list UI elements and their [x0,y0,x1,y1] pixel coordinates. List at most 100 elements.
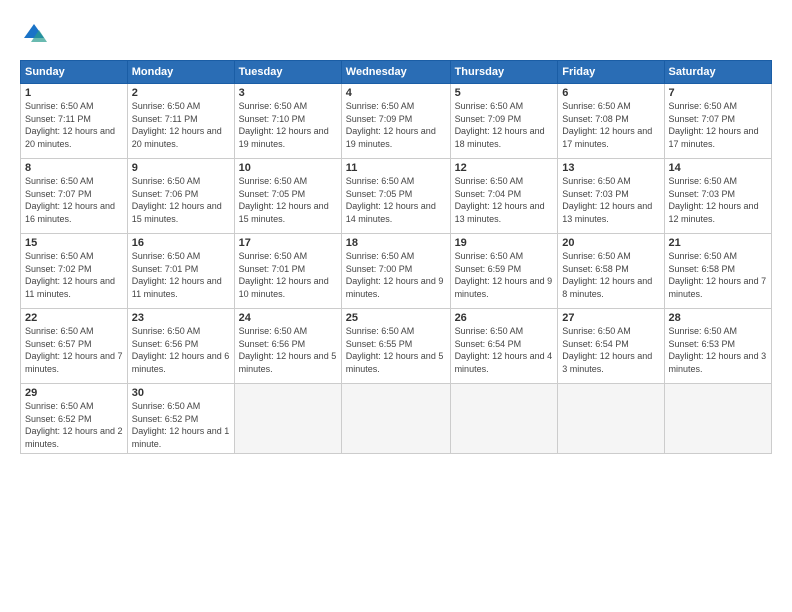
day-info: Sunrise: 6:50 AMSunset: 6:55 PMDaylight:… [346,325,446,375]
day-info: Sunrise: 6:50 AMSunset: 7:07 PMDaylight:… [25,175,123,225]
calendar-cell: 12Sunrise: 6:50 AMSunset: 7:04 PMDayligh… [450,159,558,234]
day-info: Sunrise: 6:50 AMSunset: 7:09 PMDaylight:… [455,100,554,150]
calendar-cell: 30Sunrise: 6:50 AMSunset: 6:52 PMDayligh… [127,384,234,454]
calendar-cell: 4Sunrise: 6:50 AMSunset: 7:09 PMDaylight… [341,84,450,159]
day-info: Sunrise: 6:50 AMSunset: 7:00 PMDaylight:… [346,250,446,300]
calendar-cell: 5Sunrise: 6:50 AMSunset: 7:09 PMDaylight… [450,84,558,159]
day-info: Sunrise: 6:50 AMSunset: 7:03 PMDaylight:… [669,175,767,225]
day-number: 4 [346,87,446,99]
day-number: 12 [455,162,554,174]
day-info: Sunrise: 6:50 AMSunset: 6:52 PMDaylight:… [25,400,123,450]
calendar-cell: 27Sunrise: 6:50 AMSunset: 6:54 PMDayligh… [558,309,664,384]
day-number: 11 [346,162,446,174]
column-header-wednesday: Wednesday [341,61,450,84]
calendar-cell: 6Sunrise: 6:50 AMSunset: 7:08 PMDaylight… [558,84,664,159]
calendar-cell: 20Sunrise: 6:50 AMSunset: 6:58 PMDayligh… [558,234,664,309]
day-number: 23 [132,312,230,324]
day-info: Sunrise: 6:50 AMSunset: 7:01 PMDaylight:… [239,250,337,300]
calendar-cell: 2Sunrise: 6:50 AMSunset: 7:11 PMDaylight… [127,84,234,159]
calendar-cell: 26Sunrise: 6:50 AMSunset: 6:54 PMDayligh… [450,309,558,384]
calendar-cell: 8Sunrise: 6:50 AMSunset: 7:07 PMDaylight… [21,159,128,234]
calendar-cell [450,384,558,454]
logo [20,20,52,48]
calendar-cell: 23Sunrise: 6:50 AMSunset: 6:56 PMDayligh… [127,309,234,384]
day-number: 3 [239,87,337,99]
calendar-cell: 17Sunrise: 6:50 AMSunset: 7:01 PMDayligh… [234,234,341,309]
day-number: 16 [132,237,230,249]
calendar-cell: 28Sunrise: 6:50 AMSunset: 6:53 PMDayligh… [664,309,771,384]
day-info: Sunrise: 6:50 AMSunset: 7:06 PMDaylight:… [132,175,230,225]
calendar-cell: 1Sunrise: 6:50 AMSunset: 7:11 PMDaylight… [21,84,128,159]
calendar-week-2: 8Sunrise: 6:50 AMSunset: 7:07 PMDaylight… [21,159,772,234]
day-number: 13 [562,162,659,174]
calendar-cell [664,384,771,454]
day-info: Sunrise: 6:50 AMSunset: 6:54 PMDaylight:… [562,325,659,375]
calendar-cell: 29Sunrise: 6:50 AMSunset: 6:52 PMDayligh… [21,384,128,454]
column-header-monday: Monday [127,61,234,84]
calendar-cell: 16Sunrise: 6:50 AMSunset: 7:01 PMDayligh… [127,234,234,309]
day-number: 1 [25,87,123,99]
calendar-cell: 13Sunrise: 6:50 AMSunset: 7:03 PMDayligh… [558,159,664,234]
day-info: Sunrise: 6:50 AMSunset: 6:58 PMDaylight:… [669,250,767,300]
day-number: 17 [239,237,337,249]
header [20,20,772,48]
calendar-header-row: SundayMondayTuesdayWednesdayThursdayFrid… [21,61,772,84]
column-header-saturday: Saturday [664,61,771,84]
day-number: 24 [239,312,337,324]
day-number: 26 [455,312,554,324]
calendar-cell: 18Sunrise: 6:50 AMSunset: 7:00 PMDayligh… [341,234,450,309]
calendar-cell: 22Sunrise: 6:50 AMSunset: 6:57 PMDayligh… [21,309,128,384]
day-number: 2 [132,87,230,99]
calendar-cell: 9Sunrise: 6:50 AMSunset: 7:06 PMDaylight… [127,159,234,234]
day-number: 19 [455,237,554,249]
day-number: 6 [562,87,659,99]
day-number: 21 [669,237,767,249]
day-info: Sunrise: 6:50 AMSunset: 7:09 PMDaylight:… [346,100,446,150]
day-info: Sunrise: 6:50 AMSunset: 7:07 PMDaylight:… [669,100,767,150]
column-header-friday: Friday [558,61,664,84]
calendar: SundayMondayTuesdayWednesdayThursdayFrid… [20,60,772,454]
calendar-cell: 14Sunrise: 6:50 AMSunset: 7:03 PMDayligh… [664,159,771,234]
day-info: Sunrise: 6:50 AMSunset: 6:56 PMDaylight:… [239,325,337,375]
calendar-cell: 3Sunrise: 6:50 AMSunset: 7:10 PMDaylight… [234,84,341,159]
calendar-cell: 11Sunrise: 6:50 AMSunset: 7:05 PMDayligh… [341,159,450,234]
day-number: 15 [25,237,123,249]
calendar-week-1: 1Sunrise: 6:50 AMSunset: 7:11 PMDaylight… [21,84,772,159]
calendar-cell: 7Sunrise: 6:50 AMSunset: 7:07 PMDaylight… [664,84,771,159]
calendar-cell: 21Sunrise: 6:50 AMSunset: 6:58 PMDayligh… [664,234,771,309]
day-number: 20 [562,237,659,249]
day-info: Sunrise: 6:50 AMSunset: 7:03 PMDaylight:… [562,175,659,225]
calendar-cell: 15Sunrise: 6:50 AMSunset: 7:02 PMDayligh… [21,234,128,309]
day-info: Sunrise: 6:50 AMSunset: 6:59 PMDaylight:… [455,250,554,300]
day-info: Sunrise: 6:50 AMSunset: 7:08 PMDaylight:… [562,100,659,150]
day-info: Sunrise: 6:50 AMSunset: 6:53 PMDaylight:… [669,325,767,375]
day-number: 28 [669,312,767,324]
day-number: 22 [25,312,123,324]
day-info: Sunrise: 6:50 AMSunset: 7:01 PMDaylight:… [132,250,230,300]
day-number: 29 [25,387,123,399]
day-number: 5 [455,87,554,99]
day-info: Sunrise: 6:50 AMSunset: 7:11 PMDaylight:… [25,100,123,150]
column-header-tuesday: Tuesday [234,61,341,84]
day-number: 25 [346,312,446,324]
day-info: Sunrise: 6:50 AMSunset: 6:58 PMDaylight:… [562,250,659,300]
day-info: Sunrise: 6:50 AMSunset: 7:05 PMDaylight:… [239,175,337,225]
day-number: 14 [669,162,767,174]
calendar-week-4: 22Sunrise: 6:50 AMSunset: 6:57 PMDayligh… [21,309,772,384]
day-number: 7 [669,87,767,99]
day-info: Sunrise: 6:50 AMSunset: 7:05 PMDaylight:… [346,175,446,225]
calendar-cell [234,384,341,454]
calendar-week-3: 15Sunrise: 6:50 AMSunset: 7:02 PMDayligh… [21,234,772,309]
day-number: 8 [25,162,123,174]
day-info: Sunrise: 6:50 AMSunset: 6:52 PMDaylight:… [132,400,230,450]
column-header-thursday: Thursday [450,61,558,84]
calendar-cell: 24Sunrise: 6:50 AMSunset: 6:56 PMDayligh… [234,309,341,384]
day-info: Sunrise: 6:50 AMSunset: 6:57 PMDaylight:… [25,325,123,375]
day-info: Sunrise: 6:50 AMSunset: 7:02 PMDaylight:… [25,250,123,300]
calendar-cell [341,384,450,454]
day-info: Sunrise: 6:50 AMSunset: 6:56 PMDaylight:… [132,325,230,375]
day-info: Sunrise: 6:50 AMSunset: 7:11 PMDaylight:… [132,100,230,150]
logo-icon [20,20,48,48]
calendar-cell [558,384,664,454]
day-number: 30 [132,387,230,399]
